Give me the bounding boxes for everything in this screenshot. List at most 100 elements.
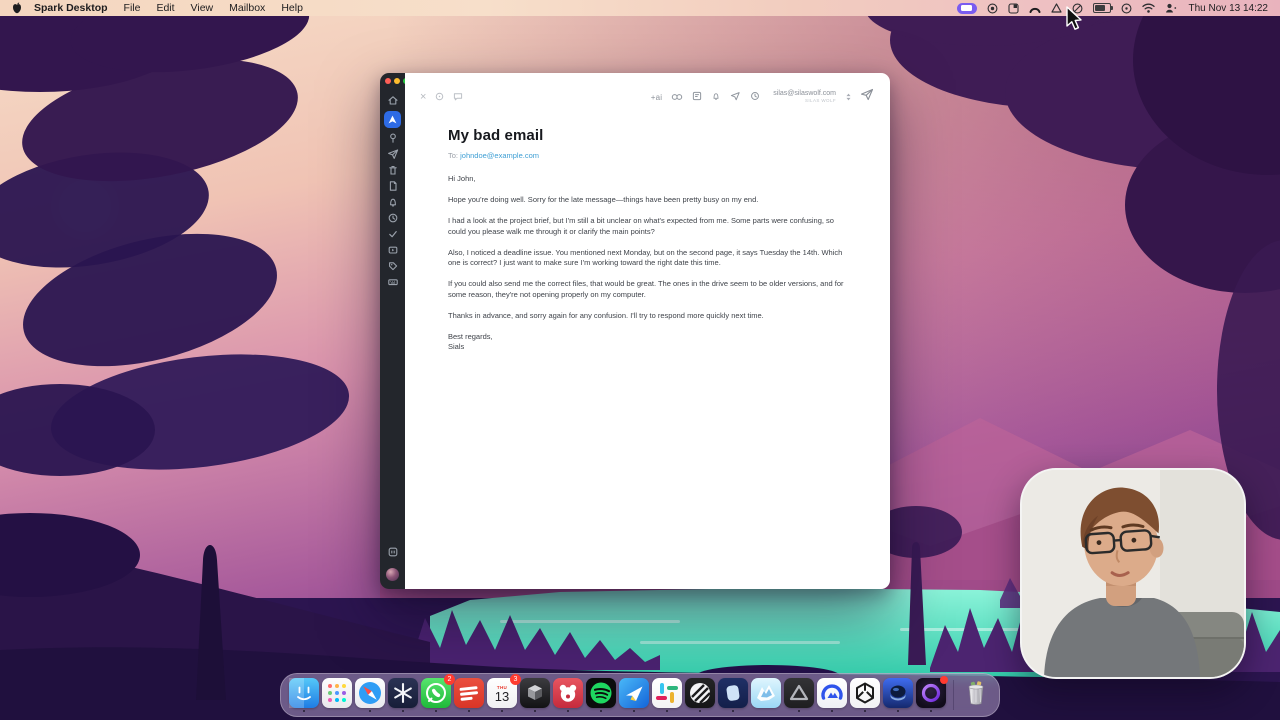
wifi-icon[interactable] — [1142, 3, 1155, 13]
dock-separator — [953, 680, 954, 710]
dock-item-cube-app[interactable] — [520, 678, 550, 713]
screen-studio-badge — [940, 676, 948, 684]
dock-item-spotify[interactable] — [586, 678, 616, 713]
screen-studio-icon — [916, 678, 946, 708]
document-icon[interactable] — [387, 180, 399, 192]
account-avatar[interactable] — [386, 568, 399, 581]
user-switch-icon[interactable] — [1165, 3, 1177, 13]
whatsapp-icon: 2 — [421, 678, 451, 708]
email-paragraph: Hope you're doing well. Sorry for the la… — [448, 195, 845, 206]
ai-button[interactable]: +ai — [651, 93, 663, 102]
recipient-email-link[interactable]: johndoe@example.com — [460, 151, 539, 160]
asterisk-app-icon — [388, 678, 418, 708]
send-button[interactable] — [860, 88, 874, 106]
dock-item-slack[interactable] — [652, 678, 682, 713]
dock-item-freeform-app[interactable] — [751, 678, 781, 713]
keyboard-icon[interactable] — [387, 276, 399, 288]
dock-item-nordvpn[interactable] — [817, 678, 847, 713]
calendar-icon: THU 13 3 — [487, 678, 517, 708]
record-icon[interactable] — [987, 3, 998, 14]
dock-item-todoist[interactable] — [454, 678, 484, 713]
keyboard-switcher-icon[interactable] — [957, 3, 977, 14]
email-paragraph: Hi John, — [448, 174, 845, 185]
history-icon[interactable] — [435, 88, 444, 106]
email-paragraph: Also, I noticed a deadline issue. You me… — [448, 248, 845, 269]
dock-item-launchpad[interactable] — [322, 678, 352, 713]
close-window-button[interactable] — [385, 78, 391, 84]
send-icon[interactable] — [387, 148, 399, 160]
email-content: My bad email To: johndoe@example.com Hi … — [448, 127, 845, 353]
notion-calendar-icon — [685, 678, 715, 708]
minimize-window-button[interactable] — [394, 78, 400, 84]
notification-bell-icon[interactable] — [711, 88, 721, 106]
bear-icon — [553, 678, 583, 708]
dock-item-spark[interactable] — [619, 678, 649, 713]
recipient-line: To: johndoe@example.com — [448, 151, 845, 160]
tag-icon[interactable] — [387, 260, 399, 272]
dock-item-paste-app[interactable] — [883, 678, 913, 713]
home-icon[interactable] — [387, 94, 399, 106]
nordvpn-icon — [817, 678, 847, 708]
email-paragraph: If you could also send me the correct fi… — [448, 279, 845, 300]
menu-mailbox[interactable]: Mailbox — [229, 2, 265, 14]
battery-icon[interactable] — [1093, 3, 1111, 13]
spark-inbox-icon[interactable] — [384, 111, 401, 128]
check-icon[interactable] — [387, 228, 399, 240]
close-email-button[interactable]: × — [420, 92, 426, 103]
dock-item-screen-studio[interactable] — [916, 678, 946, 713]
email-body[interactable]: Hi John, Hope you're doing well. Sorry f… — [448, 174, 845, 353]
pin-icon[interactable] — [387, 132, 399, 144]
menu-help[interactable]: Help — [281, 2, 303, 14]
screen-capture-icon[interactable] — [1008, 3, 1019, 14]
widgets-icon[interactable] — [387, 546, 399, 558]
menu-view[interactable]: View — [191, 2, 214, 14]
menu-bar-clock[interactable]: Thu Nov 13 14:22 — [1189, 3, 1269, 14]
dock-item-docs-app[interactable] — [718, 678, 748, 713]
focus-icon[interactable] — [1072, 3, 1083, 14]
control-center-icon[interactable] — [1121, 3, 1132, 14]
docs-app-icon — [718, 678, 748, 708]
trash-icon[interactable] — [387, 164, 399, 176]
dock-item-trash[interactable] — [961, 678, 991, 713]
bell-icon[interactable] — [387, 196, 399, 208]
arc-icon[interactable] — [1029, 4, 1041, 13]
email-pane: × +ai — [405, 73, 890, 589]
dock-item-chatgpt[interactable] — [850, 678, 880, 713]
email-subject: My bad email — [448, 127, 845, 144]
slack-icon — [652, 678, 682, 708]
dock-item-notion-calendar[interactable] — [685, 678, 715, 713]
dock-item-calendar[interactable]: THU 13 3 — [487, 678, 517, 713]
play-triangle-icon[interactable] — [1051, 3, 1062, 13]
sender-name: SILAS WOLF — [773, 98, 836, 103]
freeform-app-icon — [751, 678, 781, 708]
schedule-send-icon[interactable] — [750, 88, 760, 106]
active-app-name[interactable]: Spark Desktop — [34, 2, 108, 14]
sender-account[interactable]: silas@silaswolf.com SILAS WOLF — [773, 90, 836, 103]
video-icon[interactable] — [387, 244, 399, 256]
spotify-icon — [586, 678, 616, 708]
email-paragraph: I had a look at the project brief, but I… — [448, 216, 845, 237]
triangle-app-icon — [784, 678, 814, 708]
dock: 2 THU 13 3 — [280, 673, 1000, 718]
paste-app-icon — [883, 678, 913, 708]
chevron-down-icon[interactable] — [846, 88, 851, 106]
dock-item-whatsapp[interactable]: 2 — [421, 678, 451, 713]
dock-item-bear[interactable] — [553, 678, 583, 713]
clock-icon[interactable] — [387, 212, 399, 224]
dock-item-safari[interactable] — [355, 678, 385, 713]
link-icon[interactable] — [671, 88, 683, 106]
dock-item-asterisk-app[interactable] — [388, 678, 418, 713]
window-sidebar — [380, 73, 405, 589]
template-icon[interactable] — [692, 88, 702, 106]
dock-item-triangle-app[interactable] — [784, 678, 814, 713]
comment-icon[interactable] — [453, 88, 463, 106]
apple-menu-icon[interactable] — [12, 2, 22, 14]
spark-window: × +ai — [380, 73, 890, 589]
menu-edit[interactable]: Edit — [156, 2, 174, 14]
menu-file[interactable]: File — [124, 2, 141, 14]
webcam-overlay — [1020, 468, 1246, 679]
chatgpt-icon — [850, 678, 880, 708]
send-later-icon[interactable] — [730, 88, 741, 106]
launchpad-icon — [322, 678, 352, 708]
dock-item-finder[interactable] — [289, 678, 319, 713]
